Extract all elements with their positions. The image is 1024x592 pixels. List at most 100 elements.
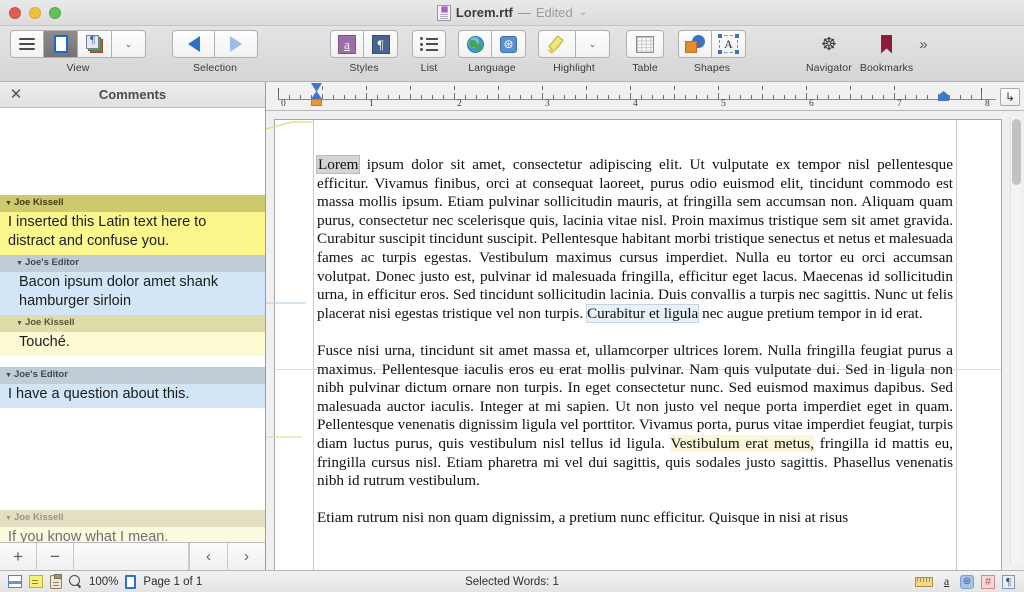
bullet-list-icon[interactable] — [412, 30, 446, 58]
paragraph[interactable]: Etiam rutrum nisi non quam dignissim, a … — [317, 509, 953, 528]
comments-sidebar-footer: + − ‹ › — [0, 542, 265, 570]
comment-item[interactable]: ▼ Joe's Editor Bacon ipsum dolor amet sha… — [0, 255, 265, 315]
toolbar-group-highlight: ⌄ Highlight — [538, 30, 610, 74]
selected-words-status: Selected Words: 1 — [465, 575, 559, 588]
comments-panel-title: Comments — [98, 87, 167, 102]
tab-stop-button[interactable]: ↳ — [1000, 88, 1020, 106]
toolbar-label-bookmarks: Bookmarks — [859, 62, 914, 74]
sidebar-icon[interactable] — [10, 30, 44, 58]
toolbar-label-selection: Selection — [192, 62, 238, 74]
comment-item[interactable]: ▼ Joe Kissell Touché. — [0, 315, 265, 356]
commented-range-blue[interactable]: Curabitur et ligula — [586, 304, 699, 322]
text-run: nec augue pretium tempor in id erat. — [698, 304, 923, 322]
document-page[interactable]: Lorem ipsum dolor sit amet, consectetur … — [274, 119, 1002, 570]
title-separator: — — [517, 5, 531, 20]
bookmark-icon[interactable] — [867, 30, 907, 58]
comment-item[interactable]: ▼ Joe's Editor I have a question about th… — [0, 367, 265, 408]
comment-thread[interactable]: ▼ Joe's Editor I have a question about th… — [0, 367, 265, 408]
previous-selection-icon[interactable] — [172, 30, 215, 58]
toolbar-label-highlight: Highlight — [553, 62, 595, 74]
globe-icon[interactable] — [458, 30, 492, 58]
single-page-icon[interactable] — [44, 30, 78, 58]
paragraph[interactable]: Lorem ipsum dolor sit amet, consectetur … — [315, 155, 953, 323]
highlight-chevron-down-icon[interactable]: ⌄ — [576, 30, 610, 58]
comments-sidebar: ✕ Comments ▼ Joe Kissell I inserted this … — [0, 82, 266, 570]
traffic-light-group — [9, 6, 61, 19]
comment-author[interactable]: ▼ Joe Kissell — [0, 195, 265, 212]
toolbar-group-table: Table — [626, 30, 664, 74]
vertical-scrollbar[interactable] — [1010, 117, 1021, 564]
edited-state: Edited — [535, 5, 573, 20]
main-content: ✕ Comments ▼ Joe Kissell I inserted this … — [0, 82, 1024, 570]
selected-word[interactable]: Lorem — [315, 155, 361, 174]
ruler-number: 4 — [633, 99, 638, 109]
previous-comment-button[interactable]: ‹ — [189, 543, 227, 570]
comment-author[interactable]: ▼ Joe's Editor — [0, 255, 265, 272]
add-comment-button[interactable]: + — [0, 543, 37, 570]
text-box-icon[interactable] — [712, 30, 746, 58]
document-text[interactable]: Lorem ipsum dolor sit amet, consectetur … — [315, 155, 953, 546]
comments-list[interactable]: ▼ Joe Kissell I inserted this Latin text … — [0, 108, 265, 542]
next-selection-icon[interactable] — [215, 30, 258, 58]
remove-comment-button[interactable]: − — [37, 543, 74, 570]
comment-item[interactable]: ▼ Joe Kissell I inserted this Latin text … — [0, 195, 265, 255]
ruler-number: 0 — [281, 99, 286, 109]
status-bar: 100% Page 1 of 1 Selected Words: 1 a ¶ — [0, 570, 1024, 592]
comment-author[interactable]: ▼ Joe Kissell — [0, 510, 265, 527]
comment-thread[interactable]: ▼ Joe Kissell If you know what I mean. — [0, 510, 265, 542]
scrollbar-thumb[interactable] — [1012, 119, 1021, 185]
document-canvas[interactable]: Lorem ipsum dolor sit amet, consectetur … — [266, 111, 1024, 570]
toolbar-overflow-button[interactable]: » — [919, 36, 927, 53]
paragraph[interactable]: Fusce nisi urna, tincidunt sit amet mass… — [317, 342, 953, 491]
left-margin-marker[interactable] — [311, 99, 322, 106]
minimize-button[interactable] — [29, 6, 41, 19]
close-button[interactable] — [9, 6, 21, 19]
ruler-icon[interactable] — [915, 576, 933, 587]
comment-item[interactable]: ▼ Joe Kissell If you know what I mean. — [0, 510, 265, 542]
un-language-icon[interactable] — [492, 30, 526, 58]
comment-text[interactable]: I have a question about this. — [0, 384, 265, 408]
layers-icon[interactable] — [78, 30, 112, 58]
comment-thread[interactable]: ▼ Joe Kissell I inserted this Latin text … — [0, 195, 265, 356]
character-style-icon[interactable]: a — [330, 30, 364, 58]
comment-text[interactable]: I inserted this Latin text here to distr… — [0, 212, 265, 255]
table-icon[interactable] — [981, 574, 995, 589]
next-comment-button[interactable]: › — [227, 543, 265, 570]
commented-range-yellow[interactable]: Vestibulum erat metus, — [670, 434, 815, 452]
comment-author[interactable]: ▼ Joe Kissell — [0, 315, 265, 332]
right-indent-marker[interactable] — [938, 91, 949, 101]
highlighter-icon[interactable] — [538, 30, 576, 58]
ruler-number: 8 — [985, 99, 990, 109]
comment-author[interactable]: ▼ Joe's Editor — [0, 367, 265, 384]
shapes-icon[interactable] — [678, 30, 712, 58]
overflow-chevron-icon: » — [919, 36, 928, 53]
toolbar-group-list: List — [412, 30, 446, 74]
toolbar-group-navigator: Navigator — [806, 30, 852, 75]
first-line-indent-marker[interactable] — [311, 83, 322, 92]
table-icon[interactable] — [626, 30, 664, 58]
left-indent-marker[interactable] — [311, 91, 322, 99]
comment-text[interactable]: Touché. — [0, 332, 265, 356]
rtf-document-icon — [436, 5, 451, 21]
comment-text[interactable]: If you know what I mean. — [0, 527, 265, 542]
ruler-number: 5 — [721, 99, 726, 109]
rtf-editor-window: Lorem.rtf — Edited ⌄ ⌄ Vie — [0, 0, 1024, 592]
ruler[interactable]: 0 1 2 3 4 5 6 7 8 ↳ — [266, 82, 1024, 111]
text-run: Etiam rutrum nisi non quam dignissim, a … — [317, 509, 849, 527]
chevron-down-icon[interactable]: ⌄ — [579, 7, 587, 18]
zoom-button[interactable] — [49, 6, 61, 19]
ruler-number: 3 — [545, 99, 550, 109]
ruler-number: 7 — [897, 99, 902, 109]
comment-author-name: Joe Kissell — [24, 317, 75, 328]
right-text-guide — [956, 120, 957, 570]
toolbar-group-shapes: Shapes — [678, 30, 746, 74]
comment-author-name: Joe's Editor — [24, 257, 79, 268]
toolbar-label-list: List — [420, 62, 438, 74]
view-chevron-down-icon[interactable]: ⌄ — [112, 30, 146, 58]
ruler-track[interactable]: 0 1 2 3 4 5 6 7 8 — [278, 82, 996, 110]
ships-wheel-icon[interactable] — [809, 30, 849, 58]
close-icon[interactable]: ✕ — [9, 87, 23, 102]
comment-text[interactable]: Bacon ipsum dolor amet shank hamburger s… — [0, 272, 265, 315]
paragraph-style-icon[interactable]: ¶ — [364, 30, 398, 58]
language-icon[interactable] — [960, 574, 974, 589]
